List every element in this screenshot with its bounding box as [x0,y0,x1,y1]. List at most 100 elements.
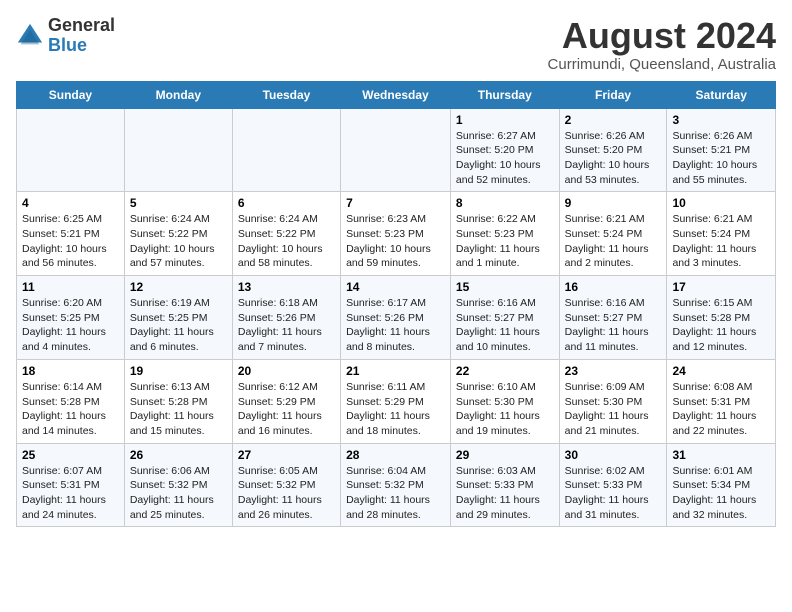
day-number: 25 [22,448,119,462]
calendar-cell: 31Sunrise: 6:01 AM Sunset: 5:34 PM Dayli… [667,443,776,527]
day-info: Sunrise: 6:12 AM Sunset: 5:29 PM Dayligh… [238,380,335,439]
calendar-cell: 20 Sunrise: 6:12 AM Sunset: 5:29 PM Dayli… [232,359,340,443]
calendar-cell: 22 Sunrise: 6:10 AM Sunset: 5:30 PM Dayli… [450,359,559,443]
calendar-cell: 6 Sunrise: 6:24 AM Sunset: 5:22 PM Daylig… [232,192,340,276]
week-row-1: 1 Sunrise: 6:27 AM Sunset: 5:20 PM Daylig… [17,108,776,192]
day-header-friday: Friday [559,81,667,108]
day-info: Sunrise: 6:05 AM Sunset: 5:32 PM Dayligh… [238,464,335,523]
day-number: 11 [22,280,119,294]
calendar-cell: 2 Sunrise: 6:26 AM Sunset: 5:20 PM Daylig… [559,108,667,192]
day-info: Sunrise: 6:18 AM Sunset: 5:26 PM Dayligh… [238,296,335,355]
calendar-cell: 24 Sunrise: 6:08 AM Sunset: 5:31 PM Dayli… [667,359,776,443]
calendar-cell: 11 Sunrise: 6:20 AM Sunset: 5:25 PM Dayli… [17,276,125,360]
day-number: 21 [346,364,445,378]
day-info: Sunrise: 6:16 AM Sunset: 5:27 PM Dayligh… [456,296,554,355]
day-number: 29 [456,448,554,462]
day-number: 8 [456,196,554,210]
day-info: Sunrise: 6:24 AM Sunset: 5:22 PM Dayligh… [130,212,227,271]
calendar-cell [124,108,232,192]
calendar-cell: 10Sunrise: 6:21 AM Sunset: 5:24 PM Dayli… [667,192,776,276]
day-info: Sunrise: 6:20 AM Sunset: 5:25 PM Dayligh… [22,296,119,355]
day-info: Sunrise: 6:10 AM Sunset: 5:30 PM Dayligh… [456,380,554,439]
day-info: Sunrise: 6:08 AM Sunset: 5:31 PM Dayligh… [672,380,770,439]
calendar-cell: 14Sunrise: 6:17 AM Sunset: 5:26 PM Dayli… [341,276,451,360]
calendar-cell: 30 Sunrise: 6:02 AM Sunset: 5:33 PM Dayli… [559,443,667,527]
calendar-cell: 19Sunrise: 6:13 AM Sunset: 5:28 PM Dayli… [124,359,232,443]
day-info: Sunrise: 6:11 AM Sunset: 5:29 PM Dayligh… [346,380,445,439]
day-info: Sunrise: 6:02 AM Sunset: 5:33 PM Dayligh… [565,464,662,523]
day-number: 6 [238,196,335,210]
calendar-cell: 3 Sunrise: 6:26 AM Sunset: 5:21 PM Daylig… [667,108,776,192]
day-info: Sunrise: 6:26 AM Sunset: 5:21 PM Dayligh… [672,129,770,188]
day-number: 19 [130,364,227,378]
day-number: 23 [565,364,662,378]
title-area: August 2024 Currimundi, Queensland, Aust… [548,16,776,73]
day-info: Sunrise: 6:04 AM Sunset: 5:32 PM Dayligh… [346,464,445,523]
calendar-body: 1 Sunrise: 6:27 AM Sunset: 5:20 PM Daylig… [17,108,776,527]
week-row-3: 11 Sunrise: 6:20 AM Sunset: 5:25 PM Dayli… [17,276,776,360]
calendar-cell [17,108,125,192]
day-info: Sunrise: 6:03 AM Sunset: 5:33 PM Dayligh… [456,464,554,523]
day-header-thursday: Thursday [450,81,559,108]
day-header-saturday: Saturday [667,81,776,108]
calendar-cell: 17Sunrise: 6:15 AM Sunset: 5:28 PM Dayli… [667,276,776,360]
day-info: Sunrise: 6:19 AM Sunset: 5:25 PM Dayligh… [130,296,227,355]
calendar-cell: 15 Sunrise: 6:16 AM Sunset: 5:27 PM Dayli… [450,276,559,360]
day-info: Sunrise: 6:27 AM Sunset: 5:20 PM Dayligh… [456,129,554,188]
day-number: 22 [456,364,554,378]
day-info: Sunrise: 6:26 AM Sunset: 5:20 PM Dayligh… [565,129,662,188]
day-info: Sunrise: 6:21 AM Sunset: 5:24 PM Dayligh… [565,212,662,271]
day-number: 12 [130,280,227,294]
header: General Blue August 2024 Currimundi, Que… [16,16,776,73]
day-info: Sunrise: 6:21 AM Sunset: 5:24 PM Dayligh… [672,212,770,271]
day-header-tuesday: Tuesday [232,81,340,108]
calendar-cell: 13 Sunrise: 6:18 AM Sunset: 5:26 PM Dayli… [232,276,340,360]
day-info: Sunrise: 6:22 AM Sunset: 5:23 PM Dayligh… [456,212,554,271]
calendar-cell: 16Sunrise: 6:16 AM Sunset: 5:27 PM Dayli… [559,276,667,360]
day-header-wednesday: Wednesday [341,81,451,108]
day-info: Sunrise: 6:16 AM Sunset: 5:27 PM Dayligh… [565,296,662,355]
day-info: Sunrise: 6:07 AM Sunset: 5:31 PM Dayligh… [22,464,119,523]
week-row-2: 4Sunrise: 6:25 AM Sunset: 5:21 PM Daylig… [17,192,776,276]
day-number: 3 [672,113,770,127]
day-number: 14 [346,280,445,294]
day-number: 2 [565,113,662,127]
day-number: 9 [565,196,662,210]
day-number: 27 [238,448,335,462]
calendar-header: SundayMondayTuesdayWednesdayThursdayFrid… [17,81,776,108]
day-number: 13 [238,280,335,294]
day-info: Sunrise: 6:01 AM Sunset: 5:34 PM Dayligh… [672,464,770,523]
calendar-cell: 4Sunrise: 6:25 AM Sunset: 5:21 PM Daylig… [17,192,125,276]
day-number: 15 [456,280,554,294]
day-info: Sunrise: 6:23 AM Sunset: 5:23 PM Dayligh… [346,212,445,271]
calendar-cell [232,108,340,192]
day-number: 30 [565,448,662,462]
calendar-table: SundayMondayTuesdayWednesdayThursdayFrid… [16,81,776,528]
day-number: 5 [130,196,227,210]
day-number: 4 [22,196,119,210]
calendar-cell: 5 Sunrise: 6:24 AM Sunset: 5:22 PM Daylig… [124,192,232,276]
day-info: Sunrise: 6:06 AM Sunset: 5:32 PM Dayligh… [130,464,227,523]
day-header-monday: Monday [124,81,232,108]
day-info: Sunrise: 6:24 AM Sunset: 5:22 PM Dayligh… [238,212,335,271]
calendar-cell: 26 Sunrise: 6:06 AM Sunset: 5:32 PM Dayli… [124,443,232,527]
calendar-cell: 27 Sunrise: 6:05 AM Sunset: 5:32 PM Dayli… [232,443,340,527]
day-info: Sunrise: 6:09 AM Sunset: 5:30 PM Dayligh… [565,380,662,439]
day-number: 24 [672,364,770,378]
calendar-cell: 1 Sunrise: 6:27 AM Sunset: 5:20 PM Daylig… [450,108,559,192]
logo-icon [16,22,44,50]
calendar-cell: 8 Sunrise: 6:22 AM Sunset: 5:23 PM Daylig… [450,192,559,276]
week-row-5: 25 Sunrise: 6:07 AM Sunset: 5:31 PM Dayli… [17,443,776,527]
day-number: 17 [672,280,770,294]
day-number: 20 [238,364,335,378]
day-number: 1 [456,113,554,127]
logo: General Blue [16,16,115,56]
week-row-4: 18Sunrise: 6:14 AM Sunset: 5:28 PM Dayli… [17,359,776,443]
day-number: 7 [346,196,445,210]
logo-text: General Blue [48,16,115,56]
calendar-cell: 25 Sunrise: 6:07 AM Sunset: 5:31 PM Dayli… [17,443,125,527]
calendar-cell: 18Sunrise: 6:14 AM Sunset: 5:28 PM Dayli… [17,359,125,443]
calendar-cell: 7 Sunrise: 6:23 AM Sunset: 5:23 PM Daylig… [341,192,451,276]
day-number: 26 [130,448,227,462]
day-info: Sunrise: 6:14 AM Sunset: 5:28 PM Dayligh… [22,380,119,439]
